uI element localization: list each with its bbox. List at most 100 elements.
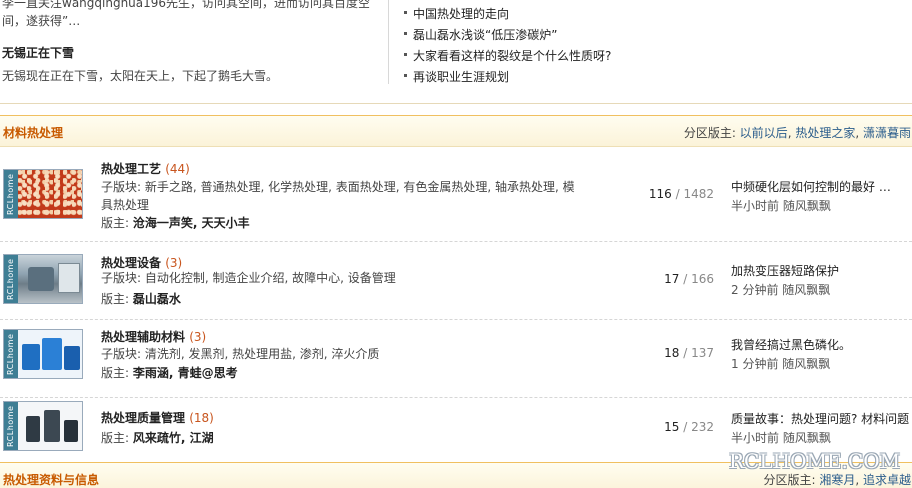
forum-title-text[interactable]: 热处理辅助材料: [101, 330, 185, 344]
top-news-left: 李一直关注wangqinghua196先生，访问其空间，进而访问其百度空间，遂获…: [0, 0, 388, 88]
today-post-count: (18): [189, 411, 214, 425]
thumbnail-brand-strip: RCLhome: [4, 330, 18, 378]
moderator-label: 版主:: [101, 366, 133, 380]
microstructure-image-icon: [18, 170, 82, 218]
forum-moderators: 版主: 李雨涵, 青蛙@思考: [101, 364, 238, 381]
last-post-user[interactable]: 随风飘飘: [783, 431, 831, 445]
site-watermark: RCLHOME.COM: [729, 449, 901, 473]
moderator-link[interactable]: 湘寒月: [819, 473, 855, 487]
last-post-meta: 2 分钟前 随风飘飘: [731, 281, 912, 298]
forum-title[interactable]: 热处理工艺 (44): [101, 160, 190, 177]
microscope-image-icon: [18, 402, 82, 450]
forum-thumbnail[interactable]: RCLhome: [3, 254, 83, 304]
section-moderators: 分区版主: 湘寒月, 追求卓越: [763, 473, 911, 487]
moderator-names[interactable]: 磊山磊水: [133, 292, 181, 306]
hot-topic-link[interactable]: 磊山磊水浅谈“低压渗碳炉”: [413, 28, 557, 42]
thumbnail-brand-strip: RCLhome: [4, 255, 18, 303]
top-news-area: 李一直关注wangqinghua196先生，访问其空间，进而访问其百度空间，遂获…: [0, 0, 912, 104]
forum-thumbnail[interactable]: RCLhome: [3, 169, 83, 219]
subforum-label: 子版块:: [101, 180, 145, 194]
last-post-user[interactable]: 随风飘飘: [783, 199, 831, 213]
moderator-link[interactable]: 追求卓越: [863, 473, 911, 487]
last-post-title[interactable]: 我曾经搞过黑色磷化。: [731, 336, 912, 353]
last-post-time: 半小时前: [731, 431, 780, 445]
forum-thumbnail[interactable]: RCLhome: [3, 401, 83, 451]
moderator-names[interactable]: 沧海一声笑, 天天小丰: [133, 216, 250, 230]
forum-title-text[interactable]: 热处理工艺: [101, 162, 161, 176]
forum-row: RCLhome 热处理设备 (3) 子版块: 自动化控制, 制造企业介绍, 故障…: [0, 242, 912, 320]
forum-thumbnail[interactable]: RCLhome: [3, 329, 83, 379]
moderators-label: 分区版主:: [763, 473, 820, 487]
hot-topic-link[interactable]: 中国热处理的走向: [413, 7, 509, 21]
bullet-icon: [404, 32, 407, 35]
today-post-count: (3): [189, 330, 207, 344]
top-divider: [388, 0, 389, 84]
today-post-count: (3): [165, 256, 183, 270]
post-count: 1482: [683, 187, 714, 201]
section-title[interactable]: 材料热处理: [3, 124, 63, 141]
forum-title[interactable]: 热处理质量管理 (18): [101, 409, 214, 426]
top-separator: [0, 103, 912, 104]
thumbnail-brand-strip: RCLhome: [4, 170, 18, 218]
list-item: 中国热处理的走向: [404, 5, 611, 26]
post-count: 232: [691, 420, 714, 434]
hot-topic-link[interactable]: 再谈职业生涯规划: [413, 70, 509, 84]
hot-topic-link[interactable]: 大家看看这样的裂纹是个什么性质呀?: [413, 49, 611, 63]
forum-moderators: 版主: 沧海一声笑, 天天小丰: [101, 214, 250, 231]
last-post: 我曾经搞过黑色磷化。 1 分钟前 随风飘飘: [731, 336, 912, 372]
bullet-icon: [404, 11, 407, 14]
forum-title[interactable]: 热处理辅助材料 (3): [101, 328, 206, 345]
last-post-time: 1 分钟前: [731, 357, 779, 371]
section-title[interactable]: 热处理资料与信息: [3, 471, 99, 488]
thread-count: 15: [664, 420, 680, 434]
subforum-list: 子版块: 自动化控制, 制造企业介绍, 故障中心, 设备管理: [101, 269, 581, 287]
last-post: 中频硬化层如何控制的最好 … 半小时前 随风飘飘: [731, 178, 912, 214]
moderator-link[interactable]: 潇潇暮雨: [863, 126, 911, 140]
bullet-icon: [404, 74, 407, 77]
last-post-meta: 半小时前 随风飘飘: [731, 197, 912, 214]
last-post-title[interactable]: 质量故事：热处理问题? 材料问题: [731, 410, 912, 427]
last-post-title[interactable]: 中频硬化层如何控制的最好 …: [731, 178, 912, 195]
thread-count: 18: [664, 346, 680, 360]
thread-post-stats: 116 / 1482: [648, 187, 714, 201]
subforum-label: 子版块:: [101, 347, 145, 361]
last-post-user[interactable]: 随风飘飘: [782, 283, 830, 297]
subforum-label: 子版块:: [101, 271, 145, 285]
forum-moderators: 版主: 风来疏竹, 江湖: [101, 429, 214, 446]
last-post-meta: 半小时前 随风飘飘: [731, 429, 912, 446]
thread-post-stats: 17 / 166: [664, 272, 714, 286]
list-item: 磊山磊水浅谈“低压渗碳炉”: [404, 26, 611, 47]
chemical-buckets-image-icon: [18, 330, 82, 378]
bullet-icon: [404, 53, 407, 56]
forum-row: RCLhome 热处理工艺 (44) 子版块: 新手之路, 普通热处理, 化学热…: [0, 148, 912, 242]
section-header-material-heat-treatment: 材料热处理 分区版主: 以前以后, 热处理之家, 潇潇暮雨: [0, 115, 912, 147]
last-post-title[interactable]: 加热变压器短路保护: [731, 262, 912, 279]
news-title[interactable]: 无锡正在下雪: [2, 44, 74, 61]
furnace-equipment-image-icon: [18, 255, 82, 303]
moderator-names[interactable]: 李雨涵, 青蛙@思考: [133, 366, 238, 380]
moderator-label: 版主:: [101, 431, 133, 445]
moderator-link[interactable]: 热处理之家: [795, 126, 855, 140]
last-post-meta: 1 分钟前 随风飘飘: [731, 355, 912, 372]
thread-count: 17: [664, 272, 680, 286]
forum-title-text[interactable]: 热处理设备: [101, 256, 161, 270]
subforum-list: 子版块: 新手之路, 普通热处理, 化学热处理, 表面热处理, 有色金属热处理,…: [101, 178, 581, 214]
thumbnail-brand-strip: RCLhome: [4, 402, 18, 450]
subforum-list: 子版块: 清洗剂, 发黑剂, 热处理用盐, 渗剂, 淬火介质: [101, 345, 581, 363]
subforum-links[interactable]: 新手之路, 普通热处理, 化学热处理, 表面热处理, 有色金属热处理, 轴承热处…: [101, 180, 575, 212]
forum-title-text[interactable]: 热处理质量管理: [101, 411, 185, 425]
post-count: 137: [691, 346, 714, 360]
last-post-user[interactable]: 随风飘飘: [782, 357, 830, 371]
thread-post-stats: 18 / 137: [664, 346, 714, 360]
thread-post-stats: 15 / 232: [664, 420, 714, 434]
moderator-label: 版主:: [101, 292, 133, 306]
news-excerpt: 李一直关注wangqinghua196先生，访问其空间，进而访问其百度空间，遂获…: [2, 0, 371, 28]
moderator-label: 版主:: [101, 216, 133, 230]
moderator-names[interactable]: 风来疏竹, 江湖: [133, 431, 214, 445]
forum-row: RCLhome 热处理辅助材料 (3) 子版块: 清洗剂, 发黑剂, 热处理用盐…: [0, 320, 912, 398]
subforum-links[interactable]: 自动化控制, 制造企业介绍, 故障中心, 设备管理: [145, 271, 396, 285]
subforum-links[interactable]: 清洗剂, 发黑剂, 热处理用盐, 渗剂, 淬火介质: [145, 347, 380, 361]
moderator-link[interactable]: 以前以后: [740, 126, 788, 140]
last-post-time: 2 分钟前: [731, 283, 779, 297]
today-post-count: (44): [165, 162, 190, 176]
